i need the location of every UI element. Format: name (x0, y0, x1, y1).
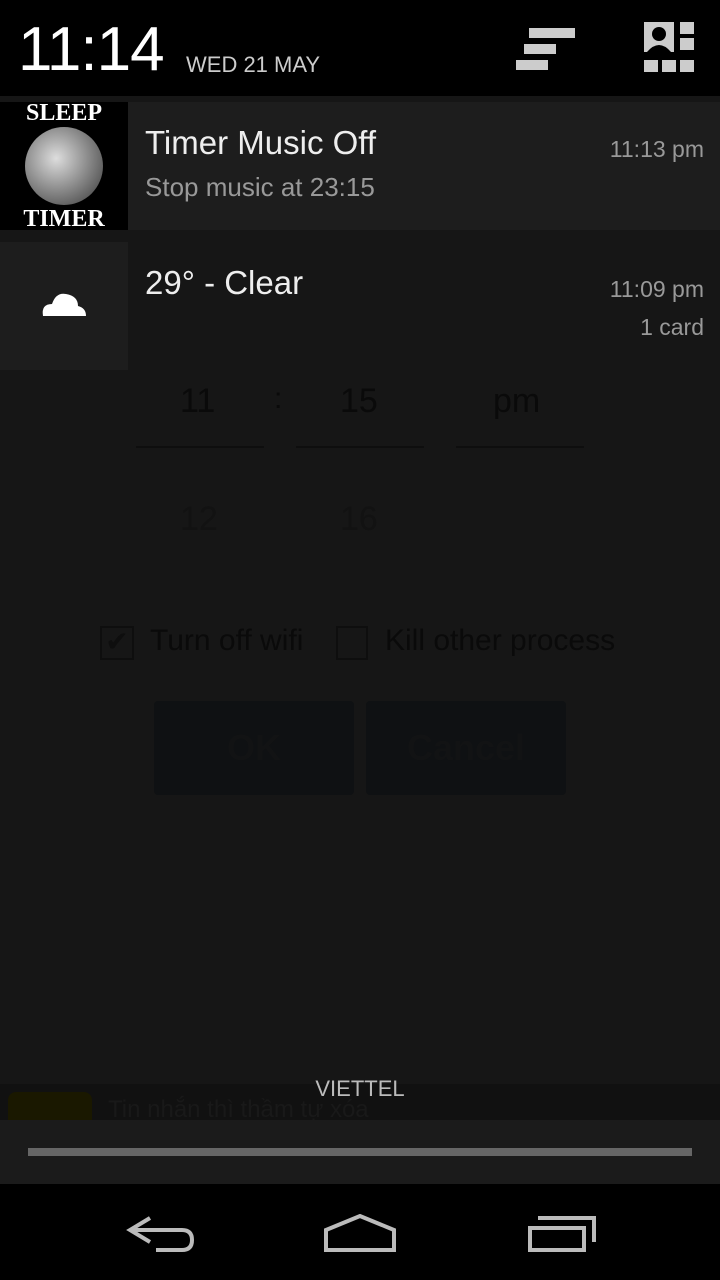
ampm-value: pm (493, 382, 541, 420)
hour-next[interactable]: 12 (180, 500, 218, 539)
minute-next[interactable]: 16 (340, 500, 378, 539)
recent-apps-icon[interactable] (526, 1214, 598, 1254)
carrier-label: VIETTEL (315, 1076, 405, 1101)
background-app: 11 : 15 pm 12 16 ✔ Turn off wifi Kill ot… (0, 370, 720, 1132)
sleep-timer-app-icon: SLEEP TIMER (0, 101, 128, 231)
wifi-label: Turn off wifi (150, 624, 304, 657)
notification-time: 11:13 pm (609, 136, 704, 162)
notification-time: 11:09 pm (609, 276, 704, 302)
quick-settings-header: 11:14 WED 21 MAY (0, 0, 720, 96)
cancel-button[interactable]: Cancel (366, 701, 566, 795)
hour-divider (136, 446, 264, 448)
quick-settings-icon[interactable] (642, 22, 696, 74)
clock: 11:14 (18, 15, 165, 84)
kill-process-label: Kill other process (385, 624, 616, 657)
home-icon[interactable] (322, 1214, 398, 1254)
cloud-icon (42, 293, 86, 316)
time-separator: : (274, 382, 283, 415)
notification-title: Timer Music Off (145, 124, 377, 161)
navigation-bar (0, 1184, 720, 1280)
minute-divider (296, 446, 424, 448)
back-icon[interactable] (122, 1214, 198, 1254)
ok-button[interactable]: OK (154, 701, 354, 795)
notification-count: 1 card (640, 314, 704, 340)
notification-timer-music[interactable]: SLEEP TIMER Timer Music Off Stop music a… (0, 101, 720, 231)
minute-value: 15 (340, 382, 378, 420)
date: WED 21 MAY (186, 52, 321, 77)
notification-title: 29° - Clear (145, 264, 304, 301)
notification-weather[interactable]: 29° - Clear 11:09 pm 1 card (0, 242, 720, 370)
kill-process-checkbox[interactable] (336, 626, 368, 660)
panel-drag-handle[interactable] (28, 1148, 692, 1156)
panel-handle-area[interactable] (0, 1120, 720, 1184)
clear-all-icon[interactable] (514, 26, 578, 74)
hour-value: 11 (180, 382, 216, 420)
wifi-checkbox[interactable]: ✔ (100, 626, 134, 660)
ampm-divider (456, 446, 584, 448)
cloud-icon-box (0, 242, 128, 370)
notification-text: Stop music at 23:15 (145, 172, 375, 202)
